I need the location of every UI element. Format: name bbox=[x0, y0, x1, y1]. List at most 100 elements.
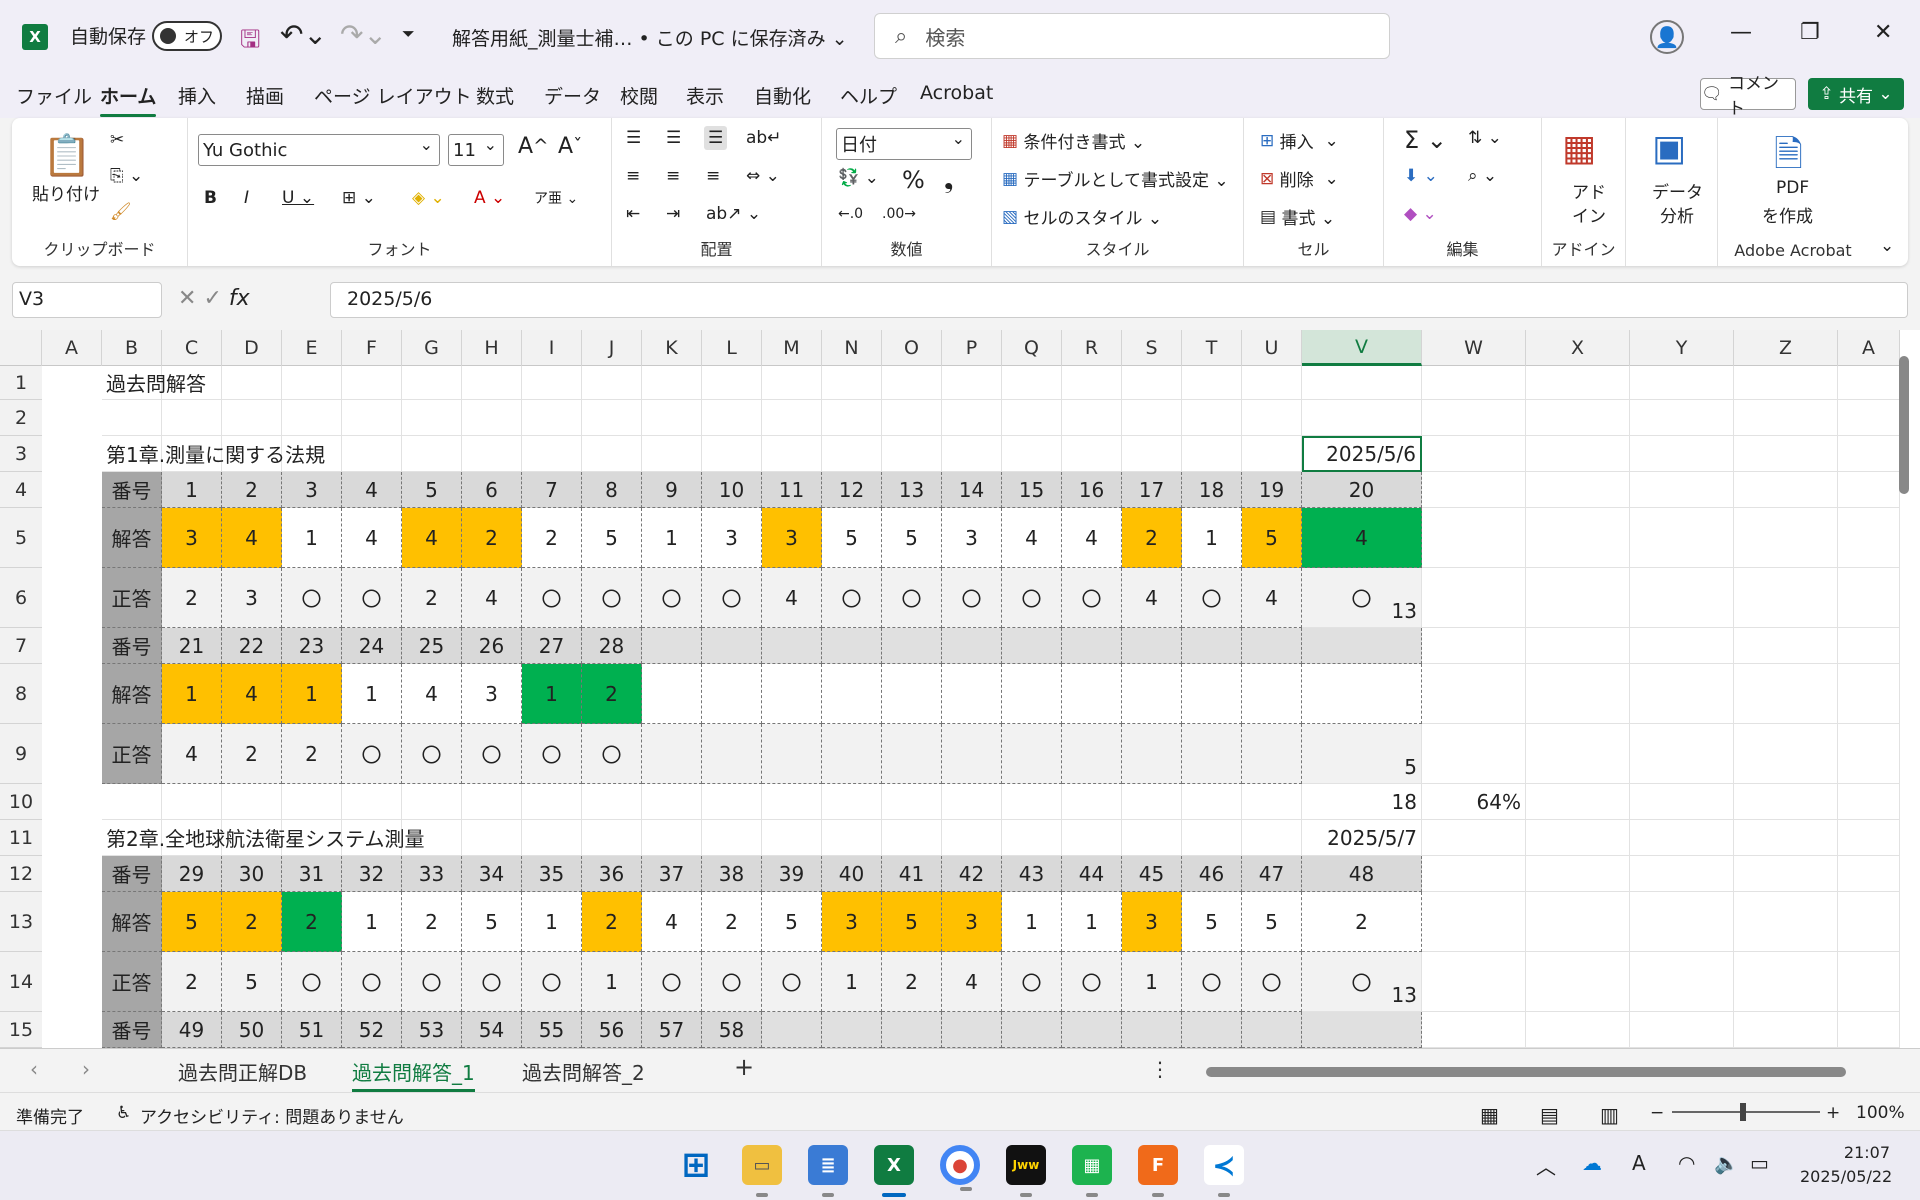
table-cell[interactable]: 15 bbox=[1002, 472, 1062, 508]
table-cell[interactable]: 1 bbox=[642, 508, 702, 568]
table-cell[interactable]: 6 bbox=[462, 472, 522, 508]
table-cell[interactable]: 12 bbox=[822, 472, 882, 508]
table-cell[interactable]: 1 bbox=[582, 952, 642, 1012]
column-header[interactable]: Z bbox=[1734, 330, 1838, 366]
autosum-icon[interactable]: Σ ⌄ bbox=[1404, 126, 1447, 154]
page-layout-view-icon[interactable]: ▤ bbox=[1540, 1103, 1559, 1127]
tab-formulas[interactable]: 数式 bbox=[476, 82, 514, 109]
row-header[interactable]: 2 bbox=[0, 400, 42, 436]
table-cell-empty[interactable] bbox=[1002, 628, 1062, 664]
grid-cell[interactable] bbox=[462, 400, 522, 436]
insert-cells-button[interactable]: ⊞ 挿入 ⌄ bbox=[1260, 128, 1339, 154]
selected-cell-v3[interactable]: 2025/5/6 bbox=[1302, 436, 1422, 472]
clock[interactable]: 21:07 2025/05/22 bbox=[1800, 1141, 1892, 1189]
table-cell[interactable]: 25 bbox=[402, 628, 462, 664]
table-cell-empty[interactable] bbox=[642, 628, 702, 664]
grid-cell[interactable] bbox=[1122, 784, 1182, 820]
table-cell[interactable]: 30 bbox=[222, 856, 282, 892]
column-header[interactable]: P bbox=[942, 330, 1002, 366]
column-header[interactable]: M bbox=[762, 330, 822, 366]
grid-cell[interactable] bbox=[702, 400, 762, 436]
tray-chevron-icon[interactable]: ︿ bbox=[1536, 1151, 1556, 1180]
sheet-title-cell[interactable]: 過去問解答 bbox=[102, 366, 762, 400]
grid-cell[interactable] bbox=[1526, 568, 1630, 628]
table-cell-empty[interactable] bbox=[1242, 1012, 1302, 1048]
sheet-tab-2[interactable]: 過去問解答_1 bbox=[352, 1057, 475, 1092]
addins-icon[interactable]: ▦ bbox=[1562, 128, 1596, 169]
grid-cell[interactable] bbox=[942, 784, 1002, 820]
table-cell[interactable]: 42 bbox=[942, 856, 1002, 892]
table-cell[interactable]: 5 bbox=[402, 472, 462, 508]
table-cell[interactable]: 29 bbox=[162, 856, 222, 892]
row-header[interactable]: 7 bbox=[0, 628, 42, 664]
table-cell-empty[interactable] bbox=[1302, 664, 1422, 724]
table-cell[interactable]: 40 bbox=[822, 856, 882, 892]
grid-cell[interactable] bbox=[1002, 784, 1062, 820]
table-cell[interactable]: 27 bbox=[522, 628, 582, 664]
font-grow-icon[interactable]: A ^ bbox=[518, 134, 548, 159]
grid-cell[interactable] bbox=[162, 400, 222, 436]
copy-icon[interactable]: ⎘ ⌄ bbox=[110, 166, 143, 186]
increase-decimal-icon[interactable]: ←.0 bbox=[838, 206, 863, 222]
date-cell[interactable]: 2025/5/7 bbox=[1302, 820, 1422, 856]
grid-cell[interactable] bbox=[1630, 724, 1734, 784]
table-cell[interactable]: 5 bbox=[822, 508, 882, 568]
table-cell-empty[interactable] bbox=[1062, 1012, 1122, 1048]
column-header[interactable]: O bbox=[882, 330, 942, 366]
tab-view[interactable]: 表示 bbox=[686, 82, 724, 109]
table-cell[interactable]: 1 bbox=[822, 952, 882, 1012]
ribbon-collapse-icon[interactable]: ⌄ bbox=[1880, 236, 1894, 256]
grid-cell[interactable] bbox=[1838, 436, 1900, 472]
document-title[interactable]: 解答用紙_測量士補… • この PC に保存済み ⌄ bbox=[452, 24, 848, 51]
column-header[interactable]: J bbox=[582, 330, 642, 366]
table-cell[interactable]: 52 bbox=[342, 1012, 402, 1048]
table-cell-empty[interactable] bbox=[1182, 724, 1242, 784]
table-cell[interactable]: 〇 bbox=[582, 568, 642, 628]
table-cell[interactable]: 〇 bbox=[1062, 568, 1122, 628]
table-cell[interactable]: 〇 bbox=[882, 568, 942, 628]
table-cell[interactable]: 18 bbox=[1182, 472, 1242, 508]
comment-button[interactable]: 🗨 コメント bbox=[1700, 74, 1796, 119]
table-cell-empty[interactable] bbox=[822, 664, 882, 724]
grid-cell[interactable] bbox=[1182, 400, 1242, 436]
grid-cell[interactable] bbox=[1422, 820, 1526, 856]
grid-cell[interactable] bbox=[1838, 784, 1900, 820]
table-cell[interactable]: 10 bbox=[702, 472, 762, 508]
grid-cell[interactable] bbox=[822, 366, 882, 400]
cancel-icon[interactable]: ✕ bbox=[178, 286, 196, 311]
table-cell[interactable]: 5 bbox=[1242, 892, 1302, 952]
grid-cell[interactable] bbox=[1734, 400, 1838, 436]
sheet-tab-3[interactable]: 過去問解答_2 bbox=[522, 1057, 645, 1086]
table-cell[interactable]: 48 bbox=[1302, 856, 1422, 892]
grid-cell[interactable] bbox=[762, 366, 822, 400]
table-cell[interactable]: 〇 bbox=[342, 568, 402, 628]
grid-cell[interactable] bbox=[522, 784, 582, 820]
table-cell[interactable]: 5 bbox=[162, 892, 222, 952]
table-cell[interactable]: 37 bbox=[642, 856, 702, 892]
paste-icon[interactable]: 📋 bbox=[42, 132, 92, 179]
grid-cell[interactable] bbox=[1122, 400, 1182, 436]
row-label-cell[interactable]: 解答 bbox=[102, 508, 162, 568]
table-cell[interactable]: 4 bbox=[222, 508, 282, 568]
sort-filter-icon[interactable]: ⇅ ⌄ bbox=[1468, 128, 1502, 148]
grid-cell[interactable] bbox=[522, 400, 582, 436]
table-cell[interactable]: 2 bbox=[222, 472, 282, 508]
grid-cell[interactable] bbox=[102, 784, 162, 820]
grid-cell[interactable] bbox=[1734, 472, 1838, 508]
table-cell[interactable]: 2 bbox=[222, 892, 282, 952]
page-break-view-icon[interactable]: ▥ bbox=[1600, 1103, 1619, 1127]
grid-cell[interactable] bbox=[1182, 366, 1242, 400]
row-label-cell[interactable]: 番号 bbox=[102, 472, 162, 508]
table-cell[interactable]: 1 bbox=[162, 472, 222, 508]
zoom-slider[interactable] bbox=[1672, 1111, 1820, 1113]
table-cell[interactable]: 1 bbox=[522, 892, 582, 952]
table-cell[interactable]: 〇 bbox=[702, 952, 762, 1012]
grid-cell[interactable] bbox=[1734, 856, 1838, 892]
wifi-icon[interactable]: ◠ bbox=[1678, 1151, 1695, 1175]
grid-cell[interactable] bbox=[1630, 400, 1734, 436]
grid-cell[interactable] bbox=[1526, 856, 1630, 892]
grid-cell[interactable] bbox=[1838, 892, 1900, 952]
paste-button[interactable]: 貼り付け bbox=[32, 180, 100, 205]
table-cell-empty[interactable] bbox=[762, 664, 822, 724]
grid-cell[interactable] bbox=[1838, 952, 1900, 1012]
